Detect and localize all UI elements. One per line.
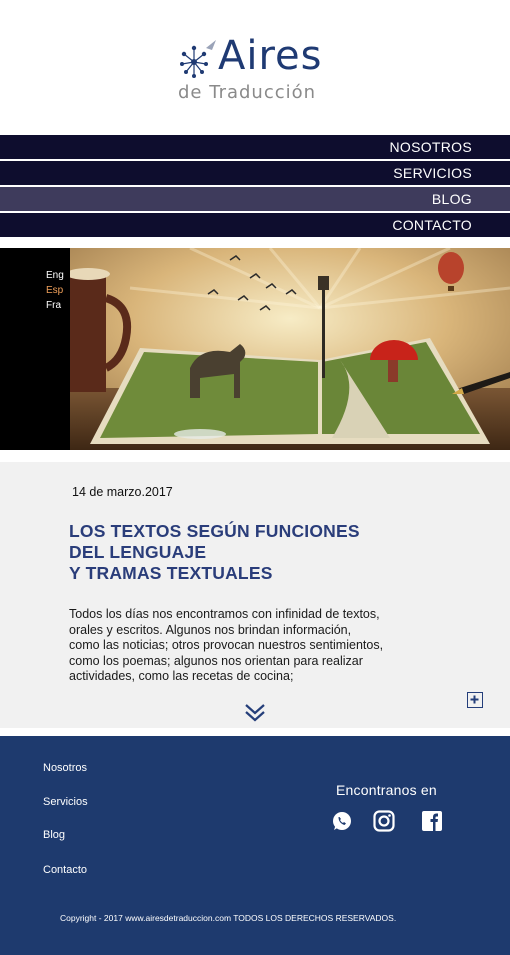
footer-link-blog[interactable]: Blog	[43, 829, 65, 841]
nav-item-servicios[interactable]: SERVICIOS	[0, 161, 510, 185]
site-footer: Nosotros Servicios Blog Contacto Encontr…	[0, 736, 510, 955]
hero-image	[70, 248, 510, 450]
logo-title: Aires	[218, 33, 323, 79]
lang-esp[interactable]: Esp	[46, 285, 63, 296]
article-title-line: LOS TEXTOS SEGÚN FUNCIONES	[69, 521, 360, 541]
nav-item-contacto[interactable]: CONTACTO	[0, 213, 510, 237]
blog-article: 14 de marzo.2017 LOS TEXTOS SEGÚN FUNCIO…	[0, 462, 510, 728]
footer-link-nosotros[interactable]: Nosotros	[43, 762, 87, 774]
footer-link-servicios[interactable]: Servicios	[43, 796, 88, 808]
main-nav: NOSOTROS SERVICIOS BLOG CONTACTO	[0, 135, 510, 239]
hero-banner: Eng Esp Fra	[0, 248, 510, 450]
lang-fra[interactable]: Fra	[46, 300, 61, 311]
whatsapp-icon[interactable]	[331, 810, 353, 832]
excerpt-line: como las noticias; otros provocan nuestr…	[69, 638, 384, 652]
nav-item-nosotros[interactable]: NOSOTROS	[0, 135, 510, 159]
site-logo[interactable]: Aires de Traducción	[178, 36, 338, 106]
site-header: Aires de Traducción	[0, 0, 510, 135]
logo-subtitle: de Traducción	[178, 82, 317, 103]
nav-item-blog[interactable]: BLOG	[0, 187, 510, 211]
excerpt-line: Todos los días nos encontramos con infin…	[69, 607, 380, 621]
dandelion-logo-icon	[180, 40, 216, 78]
copyright-text: Copyright - 2017 www.airesdetraduccion.c…	[60, 913, 397, 923]
article-title-line: DEL LENGUAJE	[69, 542, 207, 562]
excerpt-line: orales y escritos. Algunos nos brindan i…	[69, 622, 352, 637]
plus-square-icon[interactable]	[467, 692, 483, 708]
footer-link-contacto[interactable]: Contacto	[43, 864, 87, 876]
excerpt-line: como los poemas; algunos nos orientan pa…	[69, 653, 363, 668]
instagram-icon[interactable]	[373, 810, 395, 832]
article-title-line: Y TRAMAS TEXTUALES	[69, 563, 273, 583]
article-date: 14 de marzo.2017	[72, 485, 173, 499]
facebook-icon[interactable]	[421, 810, 443, 832]
lang-eng[interactable]: Eng	[46, 270, 64, 281]
language-selector: Eng Esp Fra	[0, 248, 70, 450]
social-label: Encontranos en	[336, 782, 437, 798]
article-excerpt: Todos los días nos encontramos con infin…	[69, 607, 409, 685]
excerpt-line: actividades, como las recetas de cocina;	[69, 669, 294, 683]
double-chevron-down-icon[interactable]	[243, 702, 267, 724]
article-title[interactable]: LOS TEXTOS SEGÚN FUNCIONES DEL LENGUAJE …	[69, 521, 360, 584]
